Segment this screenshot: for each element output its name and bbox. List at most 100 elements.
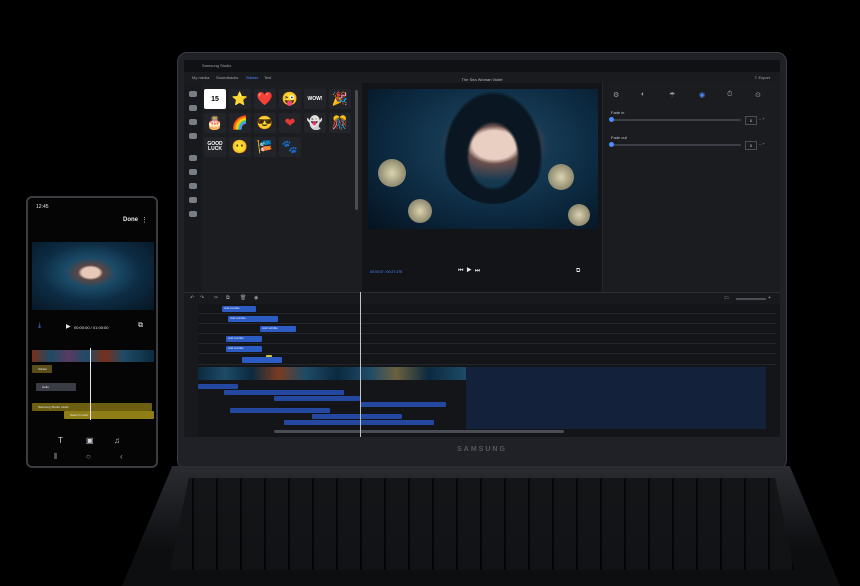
category-bone-icon[interactable]: [189, 155, 197, 161]
phone-sticker-clip[interactable]: Sticker: [32, 365, 52, 373]
audio-clip[interactable]: [312, 414, 402, 419]
phone-download-icon[interactable]: ⤓: [38, 322, 41, 330]
text-clip[interactable]: Add subtitle: [222, 306, 256, 312]
delete-icon[interactable]: 🗑: [240, 295, 246, 301]
category-line-icon[interactable]: [189, 211, 197, 217]
phone-play-icon[interactable]: ▶: [66, 323, 71, 330]
fade-in-slider[interactable]: [609, 117, 741, 122]
audio-clip[interactable]: [274, 396, 360, 401]
timeline-scrollbar[interactable]: [274, 430, 564, 433]
effect-tab-transition[interactable]: ☂: [669, 91, 675, 99]
timeline-playhead[interactable]: [360, 292, 361, 437]
phone-fullscreen-icon[interactable]: ⧉: [138, 322, 143, 330]
audio-clip[interactable]: [360, 402, 446, 407]
effect-tab-filter[interactable]: ◐: [641, 91, 645, 98]
phone-text-clip[interactable]: Hello: [36, 383, 76, 391]
fade-out-value[interactable]: 0: [745, 141, 757, 150]
category-heart-icon[interactable]: [189, 133, 197, 139]
sticker-face[interactable]: 😶: [229, 137, 251, 157]
export-button[interactable]: ⇪ Export: [754, 75, 770, 80]
phone-music-clip[interactable]: Samsung Studio music: [32, 403, 152, 411]
audio-clip[interactable]: [224, 390, 344, 395]
effect-tab-adjust[interactable]: ⚙: [613, 91, 619, 99]
fade-out-stepper-icon[interactable]: – +: [759, 141, 765, 146]
video-track[interactable]: [198, 367, 466, 380]
text-clip[interactable]: Add subtitle: [228, 316, 278, 322]
fade-in-value[interactable]: 0: [745, 116, 757, 125]
sticker-heart[interactable]: ❤️: [254, 89, 276, 109]
split-icon[interactable]: ✂: [214, 295, 218, 301]
sticker-tool-icon[interactable]: ▣: [86, 436, 94, 445]
category-text-icon[interactable]: [189, 105, 197, 111]
more-options-icon[interactable]: ⋮: [141, 216, 148, 224]
tab-text[interactable]: Text: [264, 75, 271, 80]
category-smile-icon[interactable]: [189, 169, 197, 175]
tab-my-media[interactable]: My media: [192, 75, 209, 80]
video-preview[interactable]: [368, 89, 598, 229]
recents-icon[interactable]: ⦀: [54, 452, 58, 462]
phone-playhead[interactable]: [90, 348, 91, 420]
sticker-wink[interactable]: 😜: [279, 89, 301, 109]
sticker-rainbow[interactable]: 🌈: [229, 113, 251, 133]
audio-clip[interactable]: [284, 420, 434, 425]
fade-out-knob[interactable]: [609, 142, 614, 147]
laptop-brand: SAMSUNG: [457, 446, 507, 453]
text-clip[interactable]: Add subtitle: [226, 336, 262, 342]
category-emoji-icon[interactable]: [189, 119, 197, 125]
sticker-ghost[interactable]: 👻: [304, 113, 326, 133]
music-tool-icon[interactable]: ♫: [114, 436, 120, 445]
sticker-clip-bar[interactable]: [242, 357, 282, 363]
track-divider: [198, 353, 776, 354]
sticker-party[interactable]: 🎉: [329, 89, 351, 109]
effect-tab-fade[interactable]: ◉: [699, 91, 705, 99]
text-clip[interactable]: Add subtitle: [260, 326, 296, 332]
audio-clip[interactable]: [198, 384, 238, 389]
text-clip[interactable]: Add subtitle: [226, 346, 262, 352]
fade-out-label: Fade out: [611, 135, 627, 140]
zoom-slider[interactable]: [736, 298, 766, 300]
phone-video-preview[interactable]: [32, 242, 154, 310]
fullscreen-icon[interactable]: ⧉: [576, 268, 580, 275]
sticker-star[interactable]: ⭐: [229, 89, 251, 109]
phone-search-music-clip[interactable]: Search music: [64, 411, 154, 419]
undo-icon[interactable]: ↶: [190, 295, 194, 301]
sticker-wow[interactable]: WOW!: [304, 89, 326, 109]
fade-out-slider[interactable]: [609, 142, 741, 147]
sticker-scrollbar[interactable]: [355, 90, 358, 210]
sticker-cool[interactable]: 😎: [254, 113, 276, 133]
effect-tab-volume[interactable]: ⊙: [755, 91, 761, 99]
fade-in-knob[interactable]: [609, 117, 614, 122]
zoom-in-icon[interactable]: +: [768, 295, 771, 301]
empty-track-area: [466, 367, 766, 429]
back-icon[interactable]: ‹: [120, 452, 123, 461]
sticker-cake[interactable]: 🎂: [204, 113, 226, 133]
visibility-icon[interactable]: ◉: [254, 295, 258, 301]
video-coral: [378, 159, 406, 187]
text-tool-icon[interactable]: T: [58, 436, 63, 445]
tab-soundtracks[interactable]: Soundtracks: [216, 75, 238, 80]
category-shape-icon[interactable]: [189, 197, 197, 203]
play-icon[interactable]: ▶: [466, 268, 474, 274]
phone: 12:45 Done ⋮ ⤓ ▶ 00:00:00 / 01:00:00 ⧉ S…: [26, 196, 158, 468]
fade-in-stepper-icon[interactable]: – +: [759, 116, 765, 121]
sticker-15[interactable]: 15: [204, 89, 226, 109]
tab-sticker[interactable]: Sticker: [246, 75, 258, 80]
audio-clip[interactable]: [230, 408, 330, 413]
laptop-screen: Samsung Studio My media Soundtracks Stic…: [184, 60, 780, 437]
redo-icon[interactable]: ↷: [200, 295, 204, 301]
category-arrow-icon[interactable]: [189, 183, 197, 189]
zoom-out-icon[interactable]: ▭: [724, 295, 729, 301]
sticker-good-luck[interactable]: GOOD LUCK: [204, 137, 226, 157]
category-recent-icon[interactable]: [189, 91, 197, 97]
home-icon[interactable]: ○: [86, 452, 91, 461]
phone-video-track[interactable]: [32, 350, 154, 362]
track-divider: [198, 323, 776, 324]
effect-tab-speed[interactable]: ⏱: [727, 91, 732, 99]
copy-icon[interactable]: ⧉: [226, 295, 230, 301]
skip-forward-icon[interactable]: ⏭: [475, 268, 483, 274]
done-button[interactable]: Done: [123, 217, 138, 223]
sticker-confetti[interactable]: 🎊: [329, 113, 351, 133]
sticker-red-heart[interactable]: ❤: [279, 113, 301, 133]
sticker-paw[interactable]: 🐾: [279, 137, 301, 157]
sticker-flag[interactable]: 🎏: [254, 137, 276, 157]
